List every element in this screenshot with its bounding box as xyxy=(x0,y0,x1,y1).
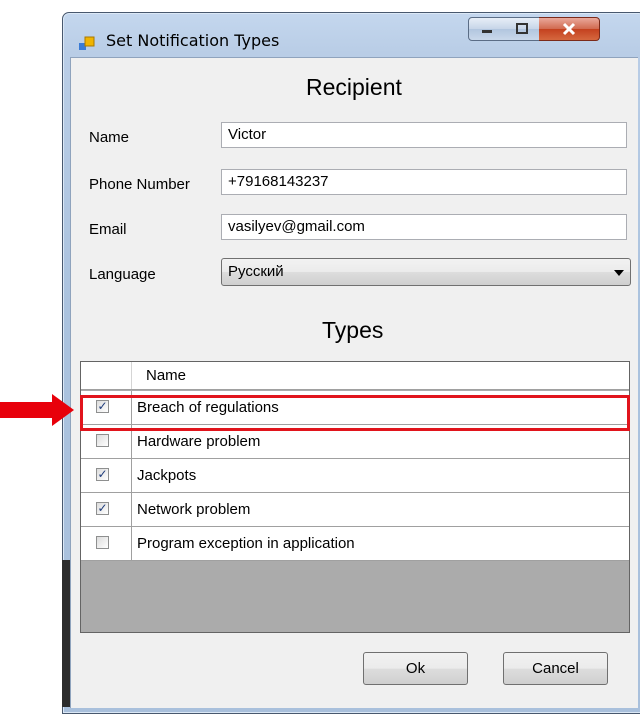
email-field[interactable]: vasilyev@gmail.com xyxy=(221,214,627,240)
language-select-value: Русский xyxy=(228,263,284,280)
chevron-down-icon xyxy=(614,270,624,276)
minimize-button[interactable] xyxy=(468,17,506,41)
row-checkbox[interactable]: ✓ xyxy=(96,502,109,515)
check-cell xyxy=(81,527,132,560)
maximize-icon xyxy=(515,23,528,34)
row-checkbox[interactable]: ✓ xyxy=(96,468,109,481)
types-grid: Name ✓ Breach of regulations Hardware pr… xyxy=(80,361,630,633)
row-label: Program exception in application xyxy=(137,535,355,552)
close-icon xyxy=(562,22,576,36)
header-check-cell xyxy=(81,362,132,389)
table-row[interactable]: ✓ Network problem xyxy=(81,493,629,527)
app-icon xyxy=(79,36,95,50)
arrow-head xyxy=(52,394,74,426)
row-label: Breach of regulations xyxy=(137,399,279,416)
title-bar[interactable]: Set Notification Types xyxy=(63,13,640,61)
row-label: Jackpots xyxy=(137,467,197,484)
close-button[interactable] xyxy=(539,17,600,41)
types-heading: Types xyxy=(322,317,384,343)
phone-label: Phone Number xyxy=(89,176,190,193)
window-title: Set Notification Types xyxy=(106,31,280,50)
name-label: Name xyxy=(89,129,130,146)
check-cell: ✓ xyxy=(81,493,132,526)
minimize-icon xyxy=(482,30,492,33)
maximize-button[interactable] xyxy=(504,17,540,41)
language-select[interactable]: Русский xyxy=(221,258,631,286)
window-frame-edge xyxy=(62,560,70,707)
row-checkbox[interactable] xyxy=(96,536,109,549)
row-checkbox[interactable]: ✓ xyxy=(96,400,109,413)
table-row[interactable]: Hardware problem xyxy=(81,425,629,459)
arrow-shaft xyxy=(0,402,52,418)
ok-button[interactable]: Ok xyxy=(363,652,468,685)
check-cell xyxy=(81,425,132,458)
check-cell: ✓ xyxy=(81,391,132,424)
column-header-name[interactable]: Name xyxy=(146,367,186,384)
check-cell: ✓ xyxy=(81,459,132,492)
table-row[interactable]: Program exception in application xyxy=(81,527,629,561)
name-field[interactable]: Victor xyxy=(221,122,627,148)
row-label: Hardware problem xyxy=(137,433,261,450)
row-label: Network problem xyxy=(137,501,251,518)
email-label: Email xyxy=(89,221,127,238)
table-row[interactable]: ✓ Jackpots xyxy=(81,459,629,493)
table-row[interactable]: ✓ Breach of regulations xyxy=(81,391,629,425)
phone-field[interactable]: +79168143237 xyxy=(221,169,627,195)
language-label: Language xyxy=(89,266,156,283)
row-checkbox[interactable] xyxy=(96,434,109,447)
recipient-heading: Recipient xyxy=(306,74,402,100)
cancel-button[interactable]: Cancel xyxy=(503,652,608,685)
grid-header: Name xyxy=(81,362,629,390)
